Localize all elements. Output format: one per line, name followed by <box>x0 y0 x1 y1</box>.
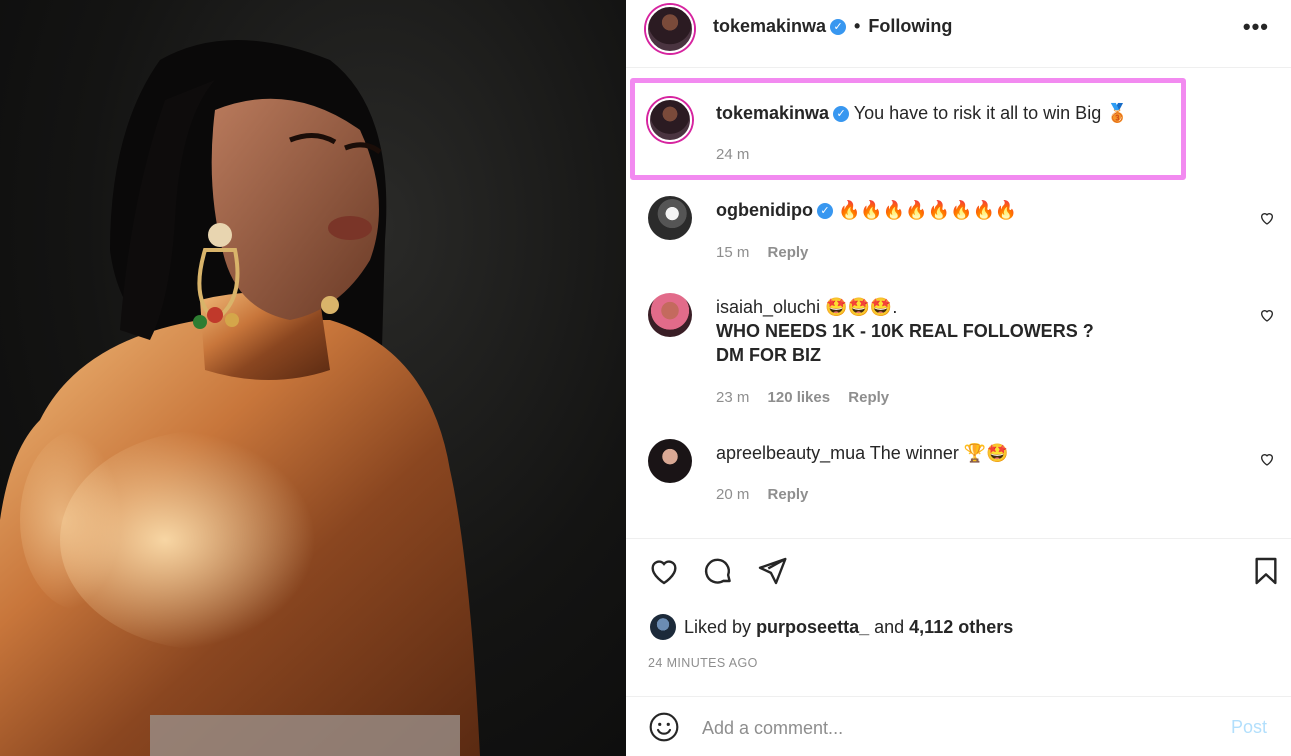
comment-bubble-icon[interactable] <box>702 555 734 587</box>
share-send-icon[interactable] <box>756 555 788 587</box>
separator-dot: • <box>854 16 861 36</box>
liker-username[interactable]: purposeetta_ <box>756 617 869 637</box>
caption-time: 24 m <box>716 146 750 163</box>
like-comment-heart-icon[interactable] <box>1259 210 1275 226</box>
comment-text: 🔥🔥🔥🔥🔥🔥🔥🔥 <box>838 200 1018 220</box>
comment-meta: 15 m Reply <box>716 244 822 261</box>
comment-username[interactable]: ogbenidipo <box>716 200 813 220</box>
author-avatar[interactable] <box>646 5 694 53</box>
comment-username[interactable]: isaiah_oluchi <box>716 297 820 317</box>
comment-text-line-1: 🤩🤩🤩. <box>825 297 898 317</box>
save-bookmark-icon[interactable] <box>1250 555 1282 587</box>
caption-text-line: tokemakinwa ✓ You have to risk it all to … <box>716 101 1129 125</box>
commenter-avatar[interactable] <box>648 293 692 337</box>
comment-text-block: isaiah_oluchi 🤩🤩🤩. WHO NEEDS 1K - 10K RE… <box>716 295 1094 367</box>
caption-avatar[interactable] <box>648 98 692 142</box>
reply-button[interactable]: Reply <box>848 389 889 406</box>
comment-text: The winner 🏆🤩 <box>869 443 1009 463</box>
comment-text-line-2: WHO NEEDS 1K - 10K REAL FOLLOWERS ? <box>716 321 1094 341</box>
liker-avatar[interactable] <box>650 614 676 640</box>
like-comment-heart-icon[interactable] <box>1259 307 1275 323</box>
post-photo <box>0 0 626 756</box>
post-details-panel: tokemakinwa ✓ • Following ••• tokemakinwa ✓ … <box>626 0 1291 756</box>
comment-text-line-3: DM FOR BIZ <box>716 345 821 365</box>
commenter-avatar[interactable] <box>648 439 692 483</box>
verified-badge-icon: ✓ <box>833 106 850 122</box>
likes-prefix: Liked by <box>684 617 752 637</box>
emoji-icon[interactable] <box>648 711 680 743</box>
caption-meta: 24 m <box>716 146 763 163</box>
comment-text-line: apreelbeauty_mua The winner 🏆🤩 <box>716 441 1009 465</box>
comment-username[interactable]: apreelbeauty_mua <box>716 443 865 463</box>
add-comment-bar: Post <box>626 696 1291 756</box>
post-header: tokemakinwa ✓ • Following ••• <box>626 0 1291 68</box>
reply-button[interactable]: Reply <box>768 486 809 503</box>
caption-username[interactable]: tokemakinwa <box>716 103 829 123</box>
comment-likes-count[interactable]: 120 likes <box>768 389 831 406</box>
caption-text: You have to risk it all to win Big 🥉 <box>853 103 1129 123</box>
comment-input[interactable] <box>702 715 1202 741</box>
comment-time: 15 m <box>716 244 750 261</box>
post-comment-button[interactable]: Post <box>1231 717 1267 738</box>
reply-button[interactable]: Reply <box>768 244 809 261</box>
comment-text-line: ogbenidipo ✓ 🔥🔥🔥🔥🔥🔥🔥🔥 <box>716 198 1017 222</box>
portrait-illustration <box>0 40 480 756</box>
more-options-icon[interactable]: ••• <box>1243 14 1269 40</box>
following-button[interactable]: Following <box>868 16 952 36</box>
comment-time: 20 m <box>716 486 750 503</box>
caption-highlight <box>630 78 1186 180</box>
likes-and: and <box>874 617 905 637</box>
likes-others-link[interactable]: 4,112 others <box>909 617 1013 637</box>
likes-summary: Liked by purposeetta_ and 4,112 others <box>650 614 1013 640</box>
like-heart-icon[interactable] <box>648 555 680 587</box>
comment-meta: 20 m Reply <box>716 486 822 503</box>
comment-meta: 23 m 120 likes Reply <box>716 389 903 406</box>
post-timestamp[interactable]: 24 MINUTES AGO <box>648 656 758 670</box>
comment-time: 23 m <box>716 389 750 406</box>
commenter-avatar[interactable] <box>648 196 692 240</box>
verified-badge-icon: ✓ <box>816 203 833 219</box>
like-comment-heart-icon[interactable] <box>1259 451 1275 467</box>
author-username-link[interactable]: tokemakinwa <box>713 16 826 36</box>
verified-badge-icon: ✓ <box>830 19 847 35</box>
header-author: tokemakinwa ✓ • Following <box>713 16 952 37</box>
